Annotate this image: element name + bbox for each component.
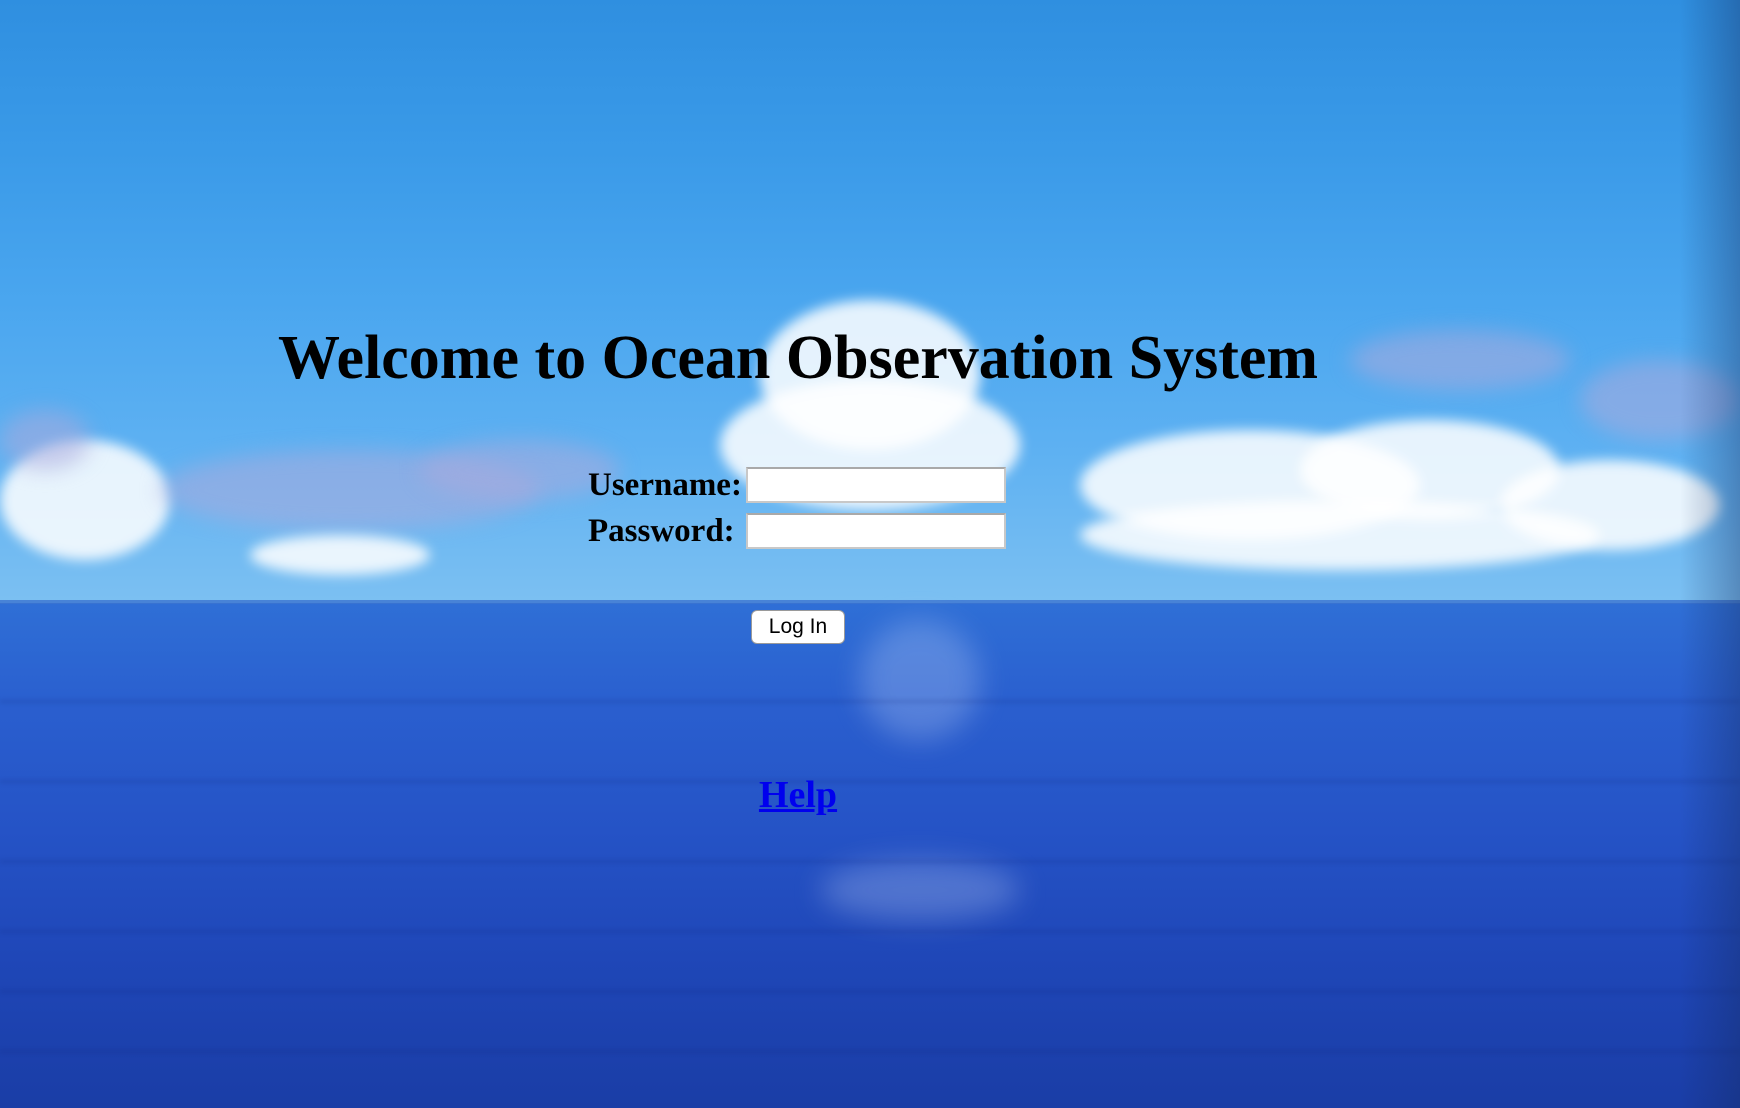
- wave: [0, 930, 1740, 933]
- login-form: Username: Password:: [588, 462, 1006, 554]
- wave: [0, 990, 1740, 993]
- water-glint: [860, 620, 980, 740]
- ocean-background-image: [0, 0, 1740, 1108]
- horizon-line: [0, 600, 1740, 604]
- wave: [0, 1050, 1740, 1053]
- page-title: Welcome to Ocean Observation System: [277, 324, 1319, 392]
- password-input[interactable]: [746, 513, 1006, 549]
- help-link[interactable]: Help: [0, 770, 1596, 820]
- water-glint: [820, 860, 1020, 920]
- username-row: Username:: [588, 462, 1006, 508]
- log-in-button[interactable]: Log In: [751, 610, 845, 644]
- cloud: [250, 535, 430, 575]
- password-row: Password:: [588, 508, 1006, 554]
- cloud: [1080, 500, 1600, 570]
- cloud: [0, 410, 90, 470]
- username-label: Username:: [588, 466, 742, 503]
- username-input[interactable]: [746, 467, 1006, 503]
- wave: [0, 700, 1740, 703]
- password-label: Password:: [588, 512, 735, 549]
- edge-shadow: [1680, 0, 1740, 1108]
- wave: [0, 860, 1740, 863]
